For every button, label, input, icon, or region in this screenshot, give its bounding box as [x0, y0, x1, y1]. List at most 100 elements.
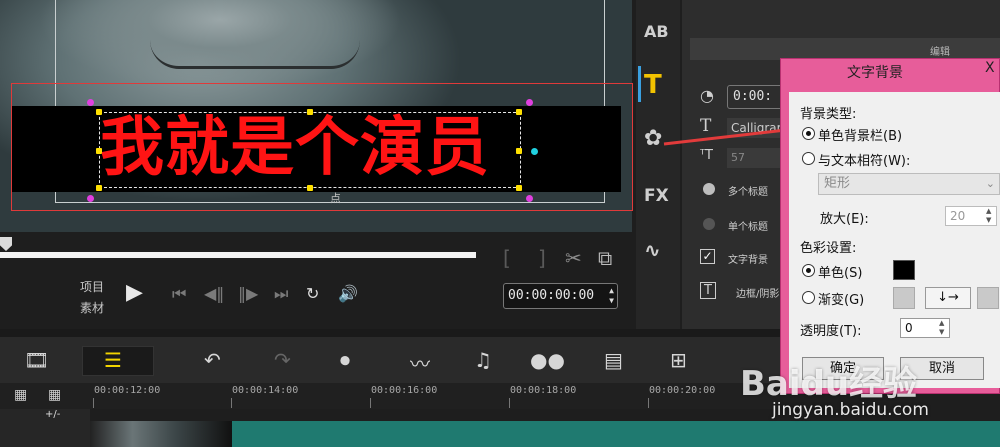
ruler-tick-label: 00:00:20:00 [649, 385, 716, 396]
solid-bar-label[interactable]: 单色背景栏(B) [818, 125, 902, 144]
filter-fx-icon[interactable]: FX [644, 186, 669, 206]
text-handle[interactable] [307, 185, 313, 191]
add-remove-tracks-button[interactable]: +/- [45, 409, 60, 420]
scissors-icon[interactable]: ✂ [565, 246, 582, 270]
ruler-tick-label: 00:00:14:00 [232, 385, 299, 396]
text-handle[interactable] [96, 148, 102, 154]
ruler-tick [93, 398, 94, 408]
text-handle[interactable] [516, 185, 522, 191]
path-icon[interactable]: ∿ [644, 238, 661, 262]
baidu-jingyan-watermark-logo: Baidu经验 [740, 364, 918, 404]
opacity-spinner[interactable]: ▲ ▼ [939, 319, 944, 337]
opacity-label: 透明度(T): [800, 324, 862, 339]
clip-mode-label[interactable]: 素材 [80, 299, 104, 316]
close-icon[interactable]: X [985, 60, 1000, 80]
options-tab-bar [690, 38, 1000, 60]
sound-mixer-icon[interactable]: 〰 [410, 348, 430, 377]
active-tool-indicator [638, 66, 641, 102]
subtitle-editor-icon[interactable]: ▤ [604, 348, 623, 372]
motion-tracking-icon[interactable]: ●● [530, 348, 565, 372]
scrubber-handle[interactable] [0, 237, 12, 251]
volume-icon[interactable]: 🔊 [338, 284, 358, 303]
ruler-tick-label: 00:00:12:00 [94, 385, 161, 396]
resize-handle[interactable] [526, 99, 533, 106]
ruler-tick-label: 00:00:16:00 [371, 385, 438, 396]
ruler-tick [648, 398, 649, 408]
go-start-icon[interactable]: ⏮ [172, 284, 186, 304]
timecode-field[interactable]: 00:00:00:00 ▲ ▼ [503, 283, 618, 309]
annotation-arrow [663, 122, 796, 146]
duration-icon: ◔ [700, 86, 714, 105]
fit-text-label[interactable]: 与文本相符(W): [818, 150, 910, 169]
font-size-icon: ᵀT [700, 148, 713, 163]
resize-handle[interactable] [87, 99, 94, 106]
border-shadow-icon[interactable]: T [700, 282, 716, 299]
gradient-label[interactable]: 渐变(G) [818, 289, 864, 308]
fit-text-radio[interactable] [802, 152, 815, 165]
text-background-label: 文字背景 [728, 255, 768, 266]
show-all-tracks-icon[interactable]: ▦ [14, 387, 27, 403]
resize-handle[interactable] [87, 195, 94, 202]
title-tool-icon[interactable]: T [644, 70, 662, 100]
next-frame-icon[interactable]: ‖▶ [238, 284, 258, 303]
zoom-label: 放大(E): [820, 212, 869, 227]
single-color-label[interactable]: 单色(S) [818, 262, 862, 281]
text-handle[interactable] [516, 109, 522, 115]
single-color-radio[interactable] [802, 264, 815, 277]
text-handle[interactable] [96, 185, 102, 191]
dialog-title: 文字背景 [847, 65, 903, 81]
redo-icon[interactable]: ↷ [274, 348, 291, 372]
rotate-handle[interactable] [531, 148, 538, 155]
zoom-spinner[interactable]: ▲ ▼ [986, 207, 991, 225]
auto-music-icon[interactable]: ♫ [474, 348, 492, 372]
solid-bar-radio[interactable] [802, 127, 815, 140]
ruler-tick [231, 398, 232, 408]
play-icon[interactable]: ▶ [126, 280, 143, 305]
font-size-field[interactable]: 57 [727, 148, 787, 168]
bg-type-label: 背景类型: [800, 107, 857, 122]
gradient-color-start[interactable] [893, 287, 915, 309]
text-background-checkbox[interactable]: ✓ [700, 249, 715, 264]
text-handle[interactable] [307, 109, 313, 115]
repeat-icon[interactable]: ↻ [306, 284, 319, 303]
gradient-radio[interactable] [802, 291, 815, 304]
undo-icon[interactable]: ↶ [204, 348, 221, 372]
storyboard-view-icon[interactable]: 🎞 [24, 348, 49, 372]
gradient-color-end[interactable] [977, 287, 999, 309]
timecode-spinner[interactable]: ▲ ▼ [609, 286, 614, 306]
single-title-label: 单个标题 [728, 222, 768, 233]
library-tool-strip [636, 0, 680, 330]
track-manager-icon[interactable]: ▦ [48, 387, 61, 403]
timeline-view-icon[interactable]: ☰ [104, 348, 122, 372]
enlarge-preview-icon[interactable]: ⧉ [598, 246, 612, 270]
multi-camera-icon[interactable]: ⊞ [670, 348, 687, 372]
transition-icon[interactable]: AB [644, 22, 669, 41]
record-capture-icon[interactable]: ⏺ [340, 348, 350, 372]
tab-edit[interactable]: 编辑 [930, 43, 950, 58]
chevron-down-icon: ⌄ [985, 177, 995, 190]
ruler-tick-label: 00:00:18:00 [510, 385, 577, 396]
watermark-url: jingyan.baidu.com [772, 400, 929, 420]
duration-field[interactable]: 0:00: [727, 85, 787, 109]
color-swatch[interactable] [893, 260, 915, 280]
border-shadow-label: 边框/阴影 [736, 289, 780, 300]
annotation-red-box [11, 83, 633, 211]
panel-splitter[interactable] [0, 329, 780, 337]
gradient-direction-button[interactable]: ↓→ [925, 287, 971, 309]
single-title-radio[interactable] [703, 218, 715, 230]
mark-out-icon[interactable]: ] [538, 246, 546, 270]
text-handle[interactable] [96, 109, 102, 115]
video-clip[interactable] [90, 421, 232, 447]
text-handle[interactable] [516, 148, 522, 154]
project-mode-label[interactable]: 项目 [80, 278, 104, 295]
resize-handle[interactable] [526, 195, 533, 202]
multi-title-radio[interactable] [703, 183, 715, 195]
timecode-value: 00:00:00:00 [508, 288, 595, 303]
prev-frame-icon[interactable]: ◀‖ [204, 284, 224, 303]
go-end-icon[interactable]: ⏭ [274, 284, 288, 304]
shape-value: 矩形 [824, 176, 851, 191]
multi-title-label: 多个标题 [728, 187, 768, 198]
mark-in-icon[interactable]: [ [503, 246, 511, 270]
scrubber-track[interactable] [0, 252, 476, 258]
shape-select[interactable]: 矩形 ⌄ [818, 173, 1000, 195]
